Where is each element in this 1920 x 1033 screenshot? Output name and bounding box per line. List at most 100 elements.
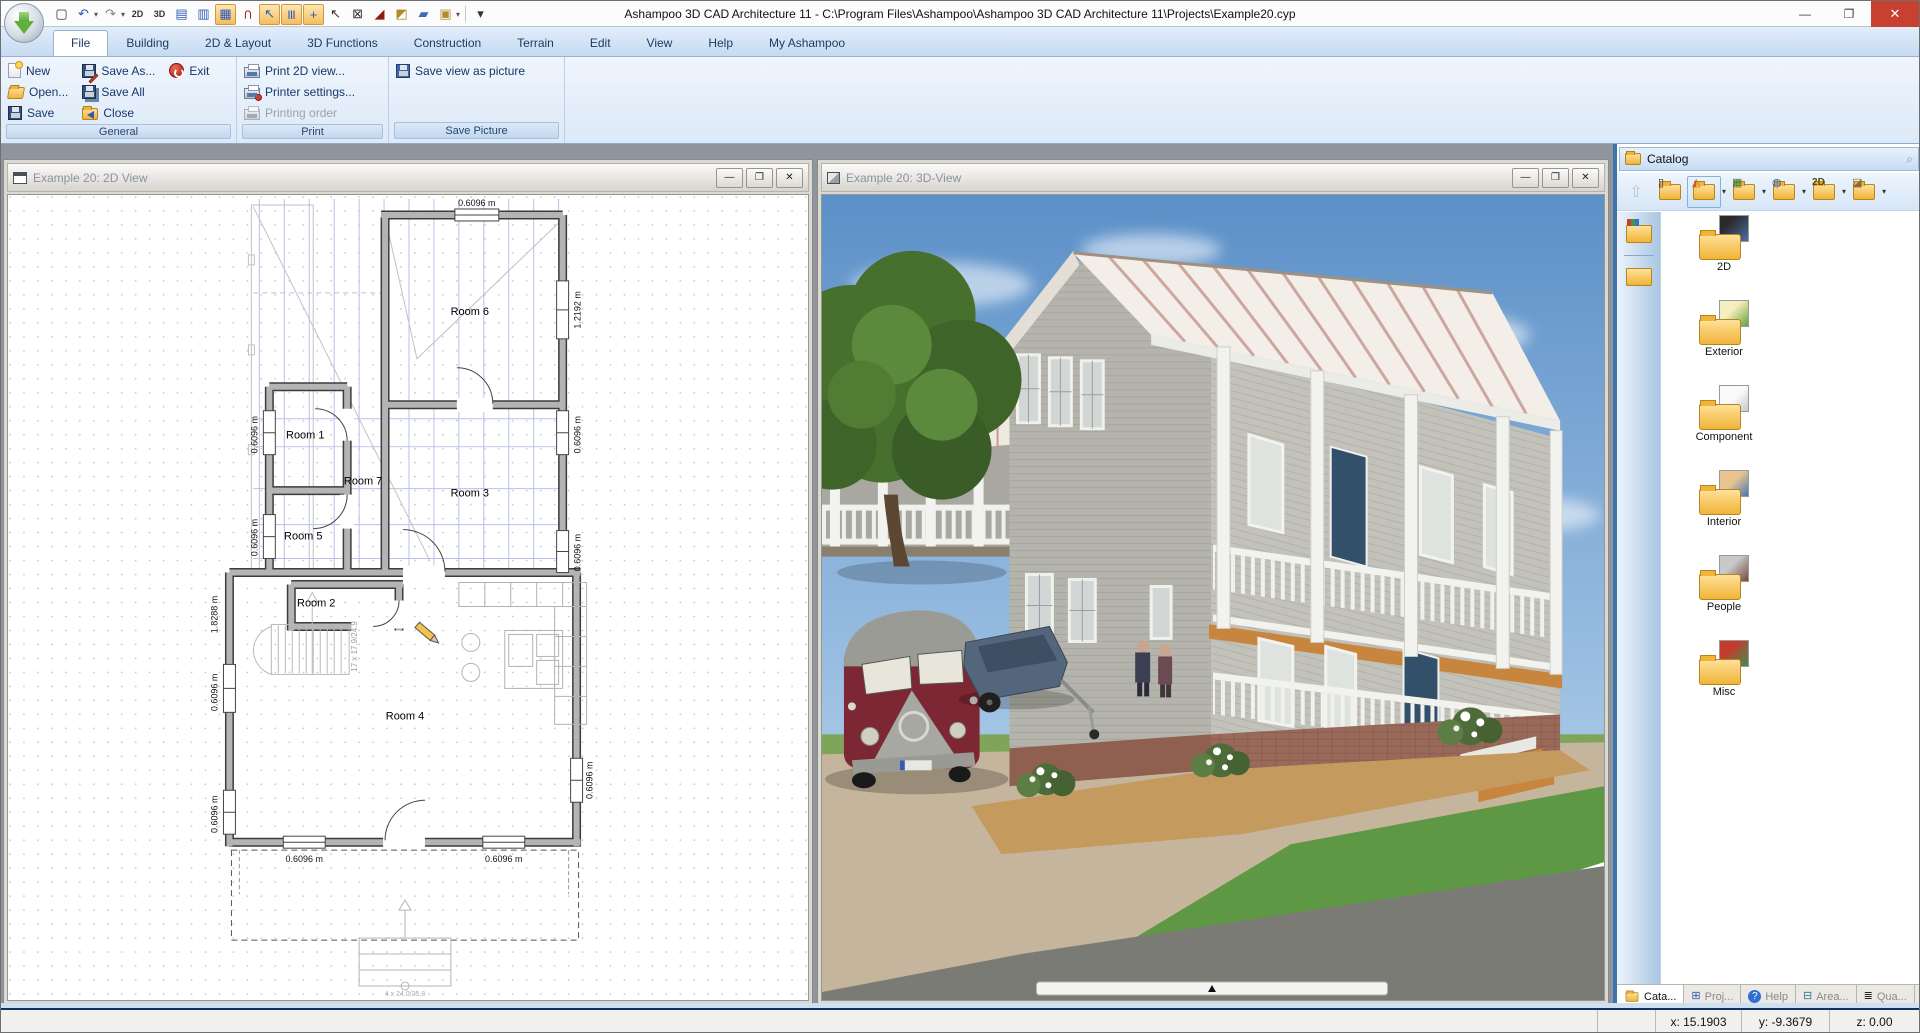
save-button[interactable]: Save	[5, 102, 71, 123]
tab-edit[interactable]: Edit	[572, 30, 629, 56]
window-3d-minimize-button[interactable]: —	[1512, 168, 1539, 188]
title-bar: Ashampoo 3D CAD Architecture 11 - C:\Pro…	[1, 1, 1919, 27]
catalog-rail-objects-folder[interactable]	[1621, 217, 1657, 251]
catalog-up-button[interactable]: ⇧	[1619, 176, 1653, 208]
select-element-icon[interactable]: ↖	[259, 4, 280, 25]
render-3d-viewport[interactable]	[821, 194, 1605, 1001]
view-slider[interactable]	[1036, 982, 1387, 995]
catalog-tab-icon	[1626, 992, 1639, 1002]
catalog-rail-plain-folder[interactable]	[1621, 260, 1657, 294]
symbols-2d-dropdown-icon[interactable]: ▾	[1842, 187, 1846, 196]
folder-thumbnail-icon	[1696, 640, 1752, 685]
folder-thumbnail-icon	[1696, 300, 1752, 345]
project-tab-icon: ⊞	[1691, 991, 1700, 1002]
close-button[interactable]: ✕	[1871, 1, 1919, 27]
grid-toggle-icon[interactable]: ▦	[215, 4, 236, 25]
catalog-pin-icon[interactable]: ⌕	[1906, 152, 1913, 167]
floor-plan-viewport[interactable]: Room 6 Room 1 Room 7 Room 3 Room 5 Room …	[7, 194, 809, 1001]
tab-file[interactable]: File	[53, 30, 108, 56]
ribbon-group-label-print[interactable]: Print	[242, 124, 383, 139]
new-icon[interactable]: ▢	[51, 4, 72, 25]
toolbar-options-icon[interactable]: ▾	[470, 4, 491, 25]
window-3d-restore-button[interactable]: ❐	[1542, 168, 1569, 188]
window-3d-titlebar[interactable]: Example 20: 3D-View — ❐ ✕	[821, 163, 1605, 192]
printer-icon	[244, 67, 260, 78]
catalog-item-2d[interactable]: 2D	[1669, 215, 1779, 273]
materials-dropdown-icon[interactable]: ▾	[1762, 187, 1766, 196]
redo-icon[interactable]: ↷	[100, 4, 121, 25]
magnet-icon[interactable]: ⊃	[237, 4, 258, 25]
svg-text:0.6096 m: 0.6096 m	[249, 416, 259, 453]
objects-dropdown-icon[interactable]: ▾	[1722, 187, 1726, 196]
tab-my-ashampoo[interactable]: My Ashampoo	[751, 30, 863, 56]
window-2d-minimize-button[interactable]: —	[716, 168, 743, 188]
roof-tool-icon[interactable]: ◢	[369, 4, 390, 25]
tab-terrain[interactable]: Terrain	[499, 30, 572, 56]
save-all-button[interactable]: Save All	[79, 81, 158, 102]
catalog-materials-button[interactable]: ▦	[1727, 176, 1761, 208]
web-objects-dropdown-icon[interactable]: ▾	[1802, 187, 1806, 196]
window-3d-view: Example 20: 3D-View — ❐ ✕	[817, 159, 1609, 1005]
catalog-windows-doors-button[interactable]: ▯	[1653, 176, 1687, 208]
skylight-icon[interactable]: ▰	[413, 4, 434, 25]
catalog-web-objects-button[interactable]: ◍	[1767, 176, 1801, 208]
ribbon-tab-row: File Building 2D & Layout 3D Functions C…	[1, 27, 1919, 57]
redo-dropdown-icon[interactable]: ▾	[121, 10, 125, 19]
minimize-button[interactable]: —	[1783, 1, 1827, 27]
split-horizontal-icon[interactable]: ▤	[171, 4, 192, 25]
catalog-item-misc[interactable]: Misc	[1669, 640, 1779, 698]
restore-button[interactable]: ❐	[1827, 1, 1871, 27]
wall-layers-icon[interactable]: |||	[281, 4, 302, 25]
copy-dropdown-icon[interactable]: ▾	[456, 10, 460, 19]
tab-help[interactable]: Help	[690, 30, 751, 56]
undo-icon[interactable]: ↶	[73, 4, 94, 25]
undo-dropdown-icon[interactable]: ▾	[94, 10, 98, 19]
pointer-icon[interactable]: ↖	[325, 4, 346, 25]
window-2d-close-button[interactable]: ✕	[776, 168, 803, 188]
tab-view[interactable]: View	[629, 30, 691, 56]
toolbar-divider	[465, 6, 466, 22]
window-2d-titlebar[interactable]: Example 20: 2D View — ❐ ✕	[7, 163, 809, 192]
catalog-item-interior[interactable]: Interior	[1669, 470, 1779, 528]
textures-dropdown-icon[interactable]: ▾	[1882, 187, 1886, 196]
catalog-objects-button[interactable]: ◭	[1687, 176, 1721, 208]
svg-text:0.6096 m: 0.6096 m	[209, 796, 219, 833]
ribbon-group-label-general[interactable]: General	[6, 124, 231, 139]
view-2d-icon[interactable]: 2D	[127, 4, 148, 25]
printing-order-icon	[244, 109, 260, 120]
render-3d-canvas[interactable]	[822, 195, 1604, 1000]
exterior-steps-label: 4 x 24.0/25.8	[385, 991, 425, 998]
catalog-textures-button[interactable]: ◪	[1847, 176, 1881, 208]
folder-thumbnail-icon	[1696, 215, 1752, 260]
tab-2d-layout[interactable]: 2D & Layout	[187, 30, 289, 56]
copy-icon[interactable]: ▣	[435, 4, 456, 25]
save-as-button[interactable]: Save As...	[79, 60, 158, 81]
room-label: Room 6	[451, 306, 489, 318]
close-file-button[interactable]: Close	[79, 102, 158, 123]
delete-window-icon[interactable]: ⊠	[347, 4, 368, 25]
catalog-item-exterior[interactable]: Exterior	[1669, 300, 1779, 358]
tab-3d-functions[interactable]: 3D Functions	[289, 30, 396, 56]
new-button[interactable]: New	[5, 60, 71, 81]
catalog-item-people[interactable]: People	[1669, 555, 1779, 613]
folder-thumbnail-icon	[1696, 385, 1752, 430]
printer-settings-button[interactable]: Printer settings...	[241, 81, 358, 102]
save-view-as-picture-button[interactable]: Save view as picture	[393, 60, 528, 81]
window-2d-restore-button[interactable]: ❐	[746, 168, 773, 188]
open-button[interactable]: Open...	[5, 81, 71, 102]
tab-construction[interactable]: Construction	[396, 30, 499, 56]
app-logo-icon[interactable]	[4, 3, 44, 43]
snap-icon[interactable]: +	[303, 4, 324, 25]
catalog-item-component[interactable]: Component	[1669, 385, 1779, 443]
floor-plan-canvas[interactable]: Room 6 Room 1 Room 7 Room 3 Room 5 Room …	[8, 195, 808, 1000]
status-bar: x: 15.1903 y: -9.3679 z: 0.00	[1, 1008, 1919, 1033]
catalog-2d-symbols-button[interactable]: 2D	[1807, 176, 1841, 208]
exit-button[interactable]: Exit	[166, 60, 212, 81]
split-vertical-icon[interactable]: ▥	[193, 4, 214, 25]
view-3d-icon[interactable]: 3D	[149, 4, 170, 25]
print-2d-view-button[interactable]: Print 2D view...	[241, 60, 358, 81]
tab-building[interactable]: Building	[108, 30, 187, 56]
roof-covering-icon[interactable]: ◩	[391, 4, 412, 25]
window-3d-close-button[interactable]: ✕	[1572, 168, 1599, 188]
ribbon-group-label-save-picture[interactable]: Save Picture	[394, 122, 559, 139]
